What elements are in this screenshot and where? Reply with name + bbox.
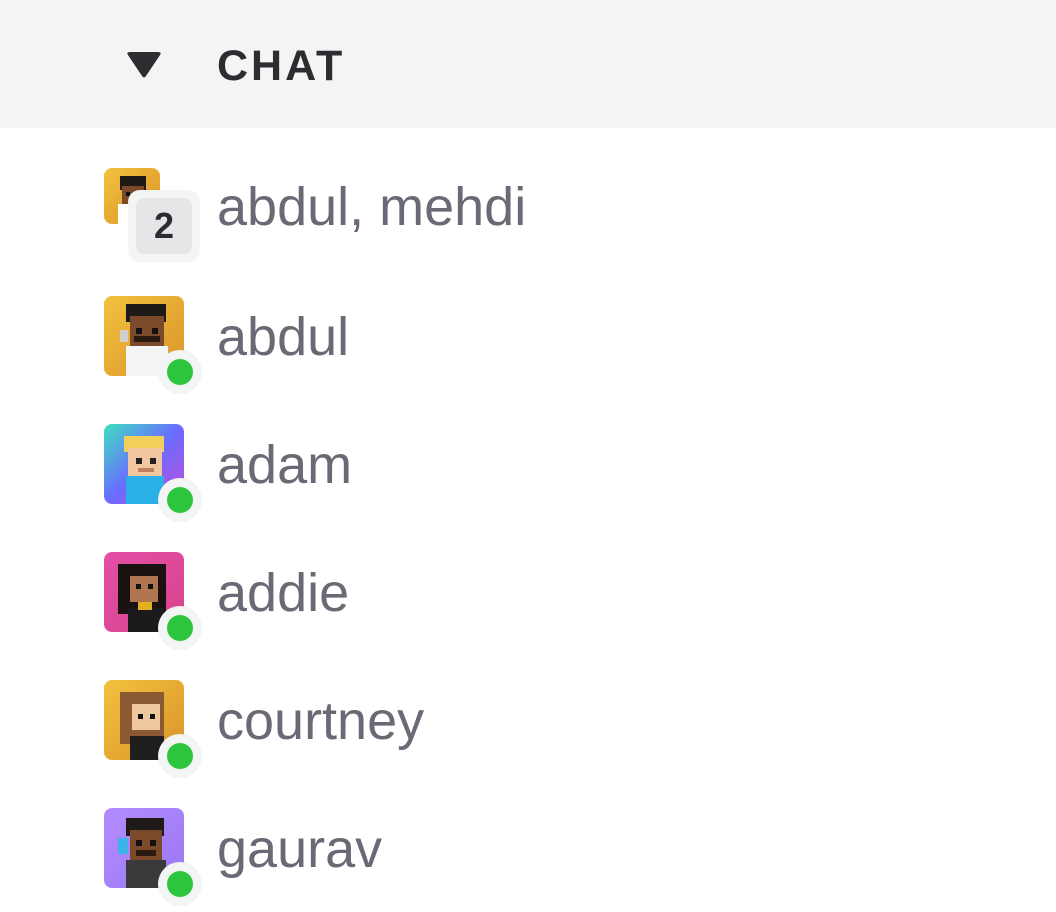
chat-name: abdul, mehdi — [217, 177, 527, 237]
contact-item-adam[interactable]: adam — [0, 384, 1056, 522]
chat-section-header[interactable]: CHAT — [0, 0, 1056, 128]
contact-item-gaurav[interactable]: gaurav — [0, 768, 1056, 906]
online-status-icon — [158, 862, 202, 906]
contact-name: gaurav — [217, 819, 383, 879]
contact-item-addie[interactable]: addie — [0, 512, 1056, 650]
contact-item-abdul[interactable]: abdul — [0, 256, 1056, 394]
contact-name: addie — [217, 563, 350, 623]
caret-down-icon[interactable] — [126, 52, 162, 80]
section-title: CHAT — [217, 42, 346, 90]
contact-name: adam — [217, 435, 353, 495]
member-count-badge: 2 — [128, 190, 200, 262]
contact-item-courtney[interactable]: courtney — [0, 640, 1056, 778]
contact-name: courtney — [217, 691, 425, 751]
group-chat-item[interactable]: 2 abdul, mehdi — [0, 128, 1056, 262]
contact-name: abdul — [217, 307, 350, 367]
